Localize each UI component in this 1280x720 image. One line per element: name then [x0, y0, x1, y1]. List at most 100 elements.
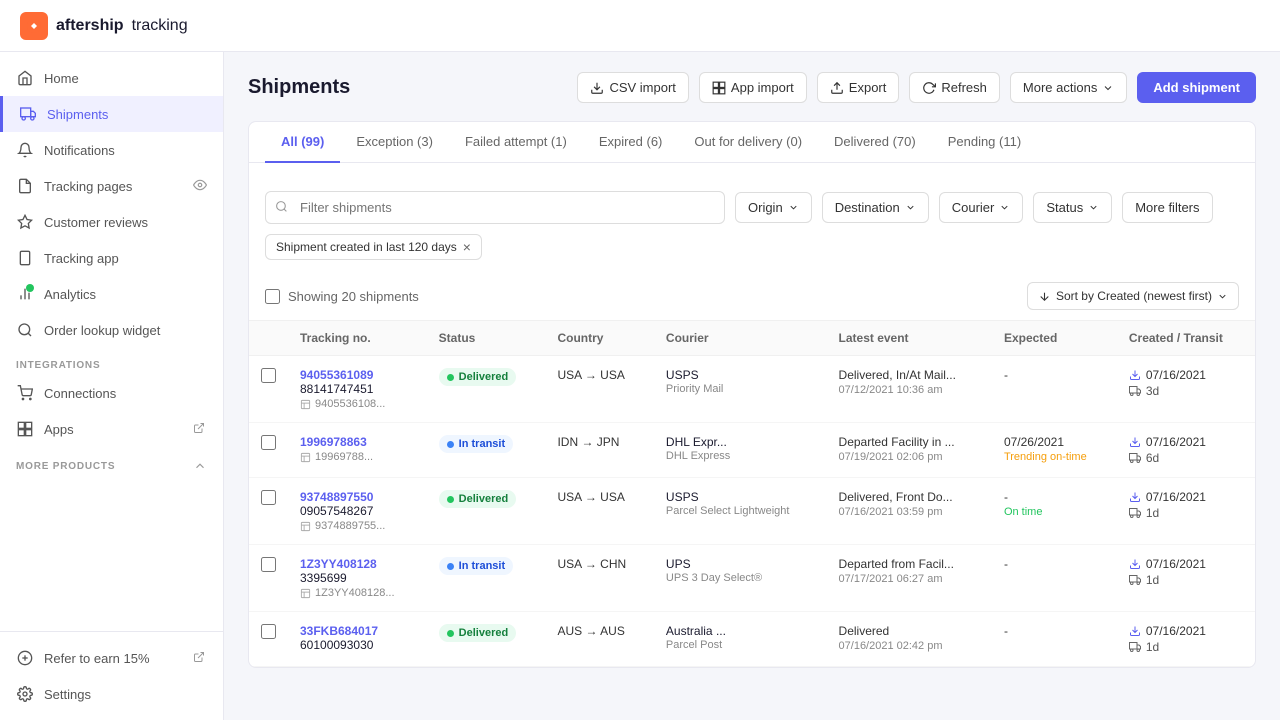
tracking-no-cell: 1996978863 19969788...	[288, 423, 427, 478]
tracking-ref: 9405536108...	[300, 398, 415, 410]
event-time: 07/12/2021 10:36 am	[839, 384, 980, 396]
latest-event-cell: Delivered, In/At Mail... 07/12/2021 10:3…	[827, 356, 992, 423]
status-dot	[447, 630, 454, 637]
sidebar-item-connections[interactable]: Connections	[0, 375, 223, 411]
csv-import-button[interactable]: CSV import	[577, 72, 688, 103]
sidebar-item-customer-reviews[interactable]: Customer reviews	[0, 204, 223, 240]
sidebar-item-customer-reviews-label: Customer reviews	[44, 215, 148, 230]
row-checkbox-3[interactable]	[261, 557, 276, 572]
status-cell: Delivered	[427, 478, 546, 545]
origin-filter-button[interactable]: Origin	[735, 192, 812, 223]
expected-cell: -	[992, 356, 1117, 423]
tab-delivered[interactable]: Delivered (70)	[818, 122, 932, 163]
export-icon	[830, 81, 844, 95]
country-text: USA → USA	[557, 368, 624, 382]
row-checkbox-1[interactable]	[261, 435, 276, 450]
tab-expired[interactable]: Expired (6)	[583, 122, 679, 163]
tracking-number-sub: 60100093030	[300, 638, 415, 652]
tracking-number-main[interactable]: 33FKB684017	[300, 624, 415, 638]
sort-select[interactable]: Sort by Created (newest first)	[1027, 282, 1239, 310]
courier-sub: UPS 3 Day Select®	[666, 572, 815, 584]
expected-date: -	[1004, 490, 1105, 504]
expected-date: 07/26/2021	[1004, 435, 1105, 449]
apps-external-icon	[193, 422, 207, 436]
search-icon	[275, 200, 288, 216]
add-shipment-button[interactable]: Add shipment	[1137, 72, 1256, 103]
latest-event-cell: Delivered, Front Do... 07/16/2021 03:59 …	[827, 478, 992, 545]
destination-filter-button[interactable]: Destination	[822, 192, 929, 223]
table-row: 33FKB684017 60100093030 Delivered AUS → …	[249, 612, 1255, 667]
tracking-number-main[interactable]: 1996978863	[300, 435, 415, 449]
more-actions-chevron-icon	[1102, 82, 1114, 94]
transit-days: 1d	[1129, 640, 1243, 654]
tracking-number-main[interactable]: 94055361089	[300, 368, 415, 382]
status-dot	[447, 441, 454, 448]
select-all-checkbox[interactable]	[265, 289, 280, 304]
expected-status: Trending on-time	[1004, 451, 1105, 463]
courier-cell: USPS Priority Mail	[654, 356, 827, 423]
created-transit-cell: 07/16/2021 1d	[1117, 478, 1255, 545]
sidebar-item-notifications[interactable]: Notifications	[0, 132, 223, 168]
courier-filter-button[interactable]: Courier	[939, 192, 1024, 223]
tab-out-for-delivery[interactable]: Out for delivery (0)	[678, 122, 818, 163]
tracking-number-main[interactable]: 1Z3YY408128	[300, 557, 415, 571]
tab-pending[interactable]: Pending (11)	[932, 122, 1037, 163]
event-time: 07/19/2021 02:06 pm	[839, 451, 980, 463]
country-cell: USA → CHN	[545, 545, 653, 612]
search-input[interactable]	[265, 191, 725, 224]
row-checkbox-cell	[249, 356, 288, 423]
more-actions-button[interactable]: More actions	[1010, 72, 1127, 103]
sidebar-item-home[interactable]: Home	[0, 60, 223, 96]
truck-icon	[1129, 574, 1141, 586]
row-checkbox-0[interactable]	[261, 368, 276, 383]
sidebar-item-apps[interactable]: Apps	[0, 411, 223, 447]
tab-exception[interactable]: Exception (3)	[340, 122, 449, 163]
col-tracking-no: Tracking no.	[288, 321, 427, 356]
sidebar-item-refer[interactable]: Refer to earn 15%	[0, 640, 223, 676]
expected-date: -	[1004, 624, 1105, 638]
status-dot	[447, 374, 454, 381]
app-import-button[interactable]: App import	[699, 72, 807, 103]
created-wrap: 07/16/2021 1d	[1129, 624, 1243, 654]
courier-name: UPS	[666, 557, 815, 571]
filter-tag-close-button[interactable]: ×	[463, 240, 471, 254]
row-checkbox-4[interactable]	[261, 624, 276, 639]
sidebar-item-settings[interactable]: Settings	[0, 676, 223, 712]
tracking-no-cell: 94055361089 88141747451 9405536108...	[288, 356, 427, 423]
tracking-ref: 9374889755...	[300, 520, 415, 532]
courier-sub: DHL Express	[666, 450, 815, 462]
expected-cell: - On time	[992, 478, 1117, 545]
created-wrap: 07/16/2021 3d	[1129, 368, 1243, 398]
more-filters-button[interactable]: More filters	[1122, 192, 1212, 223]
table-area: Showing 20 shipments Sort by Created (ne…	[249, 272, 1255, 667]
refresh-button[interactable]: Refresh	[909, 72, 1000, 103]
tab-all[interactable]: All (99)	[265, 122, 340, 163]
sidebar-item-order-lookup-label: Order lookup widget	[44, 323, 160, 338]
export-button[interactable]: Export	[817, 72, 900, 103]
sidebar-item-shipments[interactable]: Shipments	[0, 96, 223, 132]
status-filter-button[interactable]: Status	[1033, 192, 1112, 223]
created-wrap: 07/16/2021 1d	[1129, 490, 1243, 520]
app-import-icon	[712, 81, 726, 95]
tracking-ref: 19969788...	[300, 451, 415, 463]
connections-icon	[16, 384, 34, 402]
tab-failed-attempt[interactable]: Failed attempt (1)	[449, 122, 583, 163]
sidebar-item-tracking-pages[interactable]: Tracking pages	[0, 168, 223, 204]
table-header-row: Showing 20 shipments Sort by Created (ne…	[249, 272, 1255, 321]
order-lookup-icon	[16, 321, 34, 339]
sidebar-item-notifications-label: Notifications	[44, 143, 115, 158]
sidebar-item-analytics[interactable]: Analytics	[0, 276, 223, 312]
tracking-number-main[interactable]: 93748897550	[300, 490, 415, 504]
sidebar-item-tracking-app[interactable]: Tracking app	[0, 240, 223, 276]
event-text: Delivered	[839, 624, 980, 638]
country-text: USA → CHN	[557, 557, 626, 571]
transit-days: 1d	[1129, 573, 1243, 587]
tracking-ref-icon	[300, 521, 311, 532]
event-time: 07/16/2021 03:59 pm	[839, 506, 980, 518]
sidebar-item-order-lookup[interactable]: Order lookup widget	[0, 312, 223, 348]
collapse-icon[interactable]	[193, 459, 207, 473]
logo[interactable]: aftership tracking	[20, 12, 188, 40]
download-icon	[1129, 558, 1141, 570]
row-checkbox-2[interactable]	[261, 490, 276, 505]
country-text: IDN → JPN	[557, 435, 619, 449]
